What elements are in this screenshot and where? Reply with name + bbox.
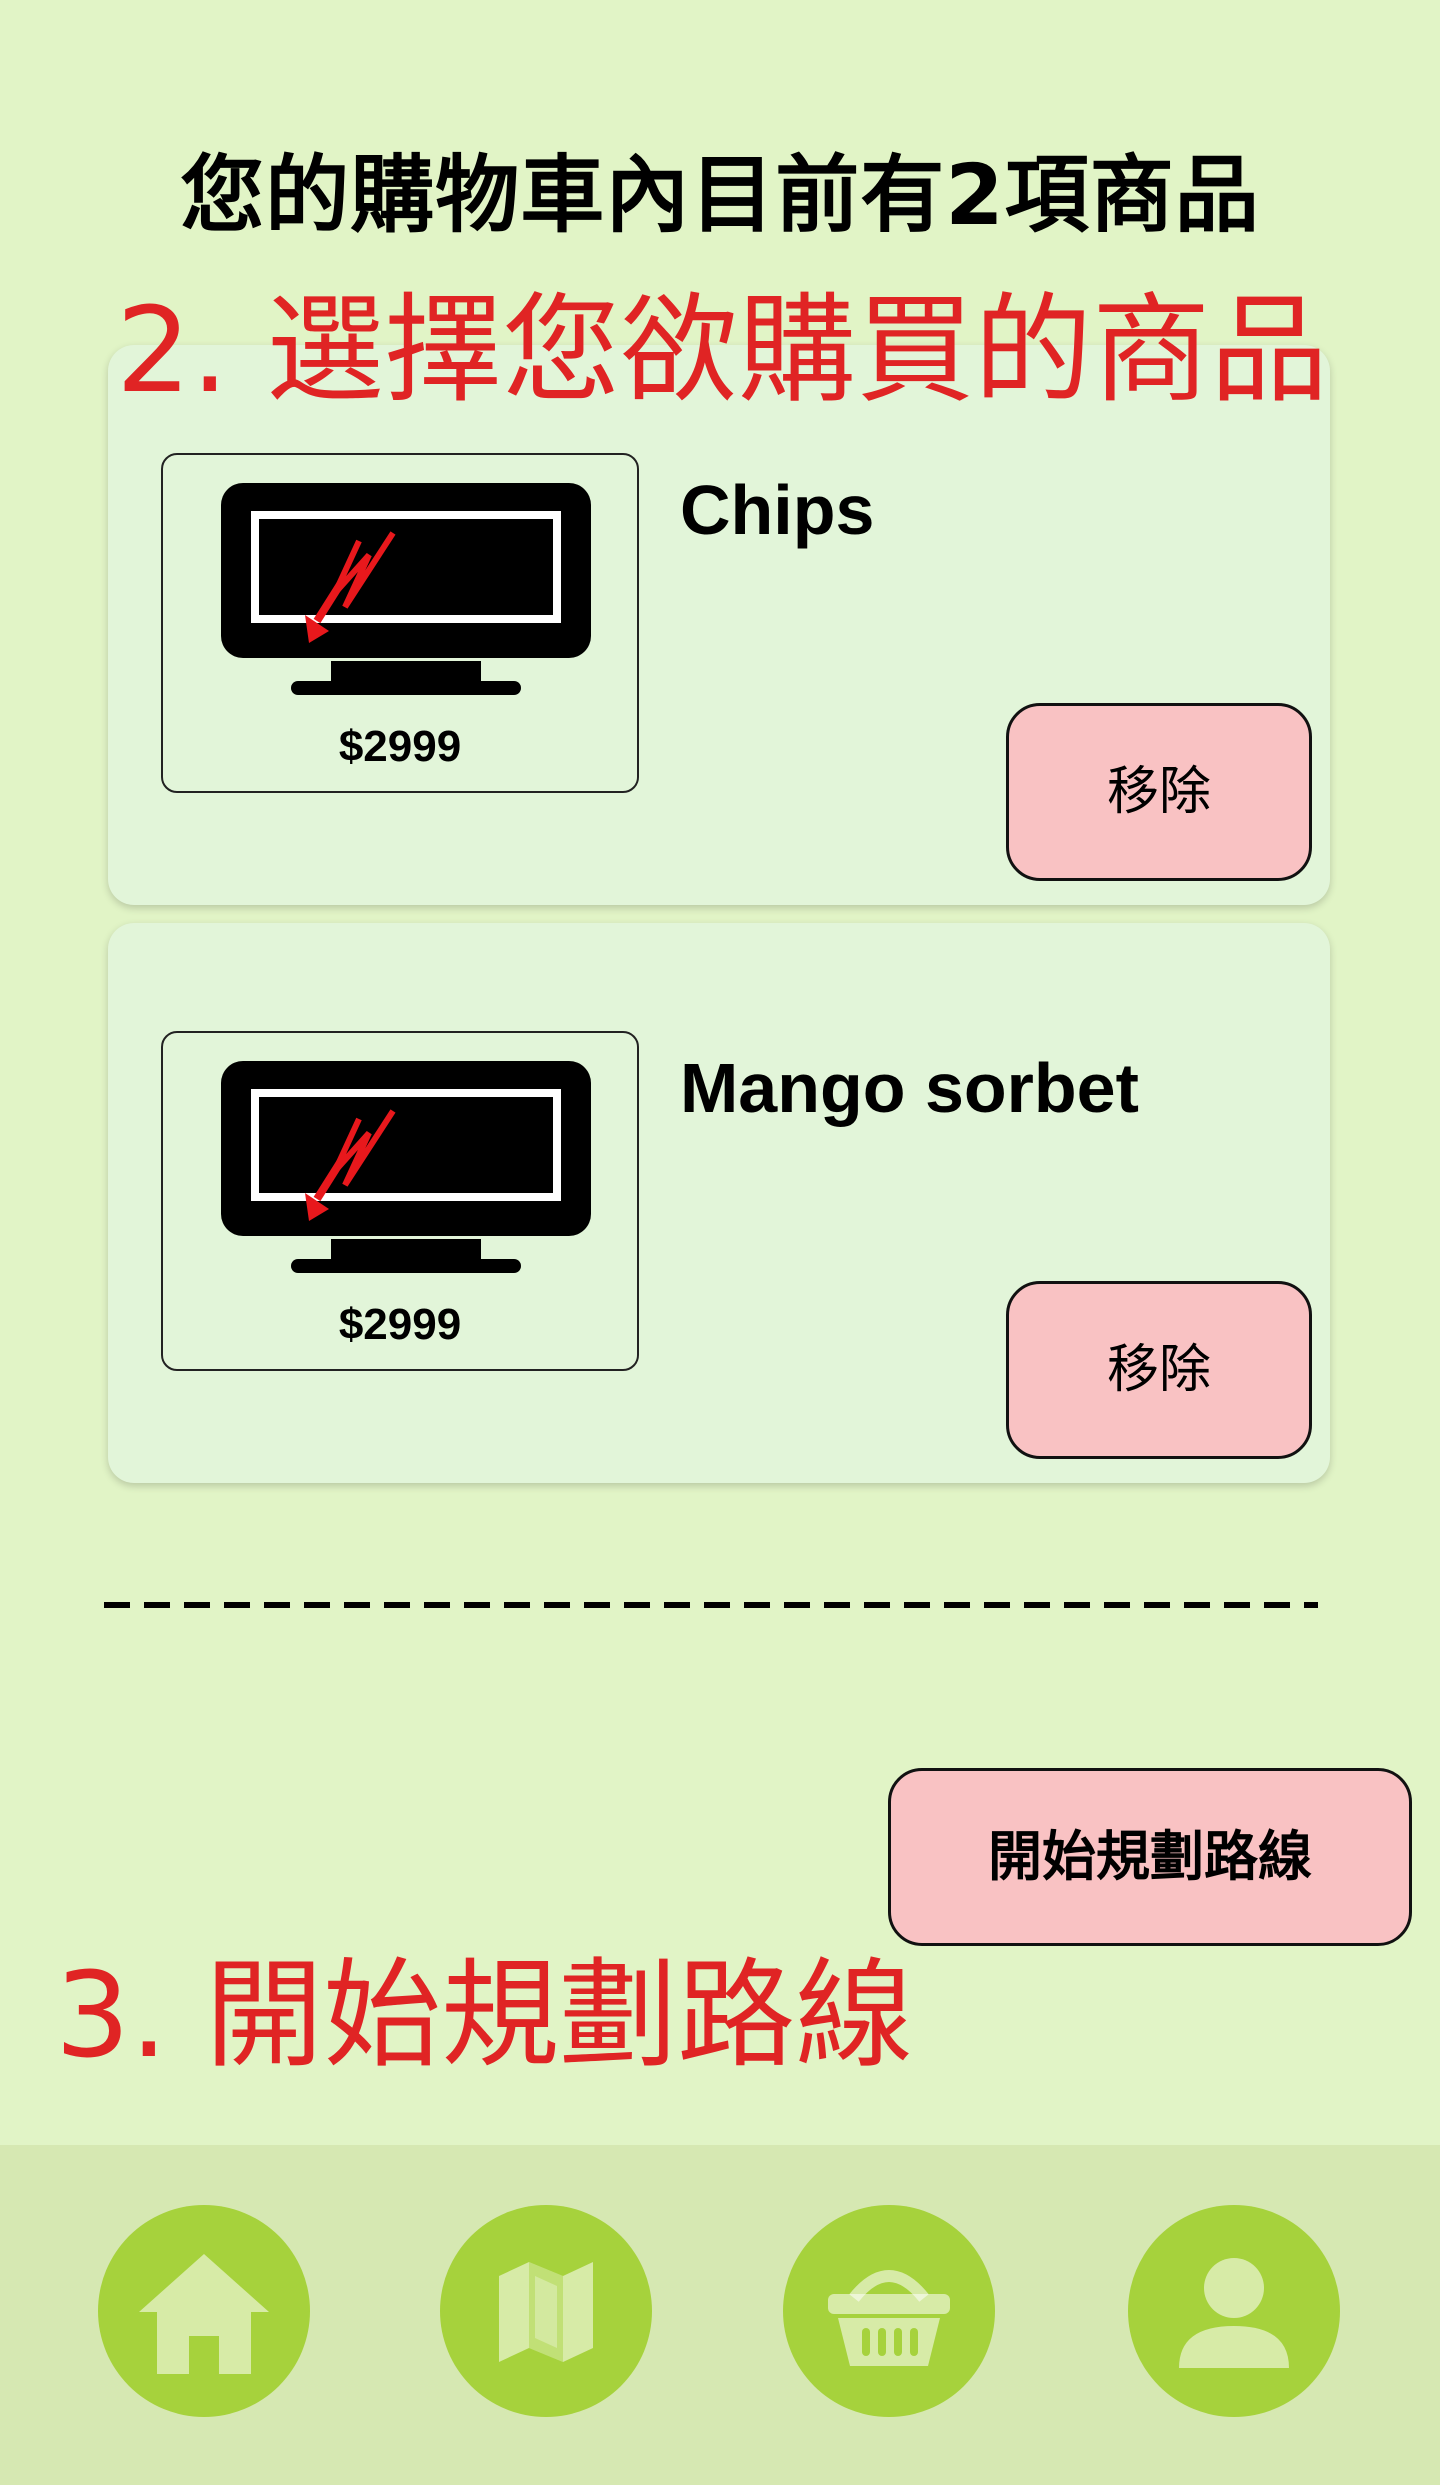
remove-button[interactable]: 移除 [1006,703,1312,881]
step-2-annotation: 2. 選擇您欲購買的商品 [116,281,1329,419]
monitor-icon [221,1061,591,1273]
bottom-nav-bar [0,2145,1440,2485]
product-name: Mango sorbet [680,1049,1139,1127]
product-name: Chips [680,471,875,549]
dashed-separator [104,1602,1318,1608]
nav-home-button[interactable] [98,2205,310,2417]
basket-icon [828,2270,950,2366]
product-price: $2999 [338,722,462,771]
monitor-icon [221,483,591,695]
remove-button[interactable]: 移除 [1006,1281,1312,1459]
nav-map-button[interactable] [440,2205,652,2417]
cart-item-card: $2999 Chips 移除 [108,345,1330,905]
product-image-frame[interactable]: $2999 [161,453,639,793]
product-image-frame[interactable]: $2999 [161,1031,639,1371]
nav-profile-button[interactable] [1128,2205,1340,2417]
cart-item-card: $2999 Mango sorbet 移除 [108,923,1330,1483]
home-icon [139,2254,269,2374]
product-price: $2999 [338,1300,462,1349]
map-icon [499,2262,593,2362]
step-3-annotation: 3. 開始規劃路線 [55,1946,914,2084]
user-icon [1179,2258,1289,2368]
plan-route-button[interactable]: 開始規劃路線 [888,1768,1412,1946]
nav-cart-button[interactable] [783,2205,995,2417]
cart-summary-title: 您的購物車內目前有2項商品 [180,146,1260,244]
